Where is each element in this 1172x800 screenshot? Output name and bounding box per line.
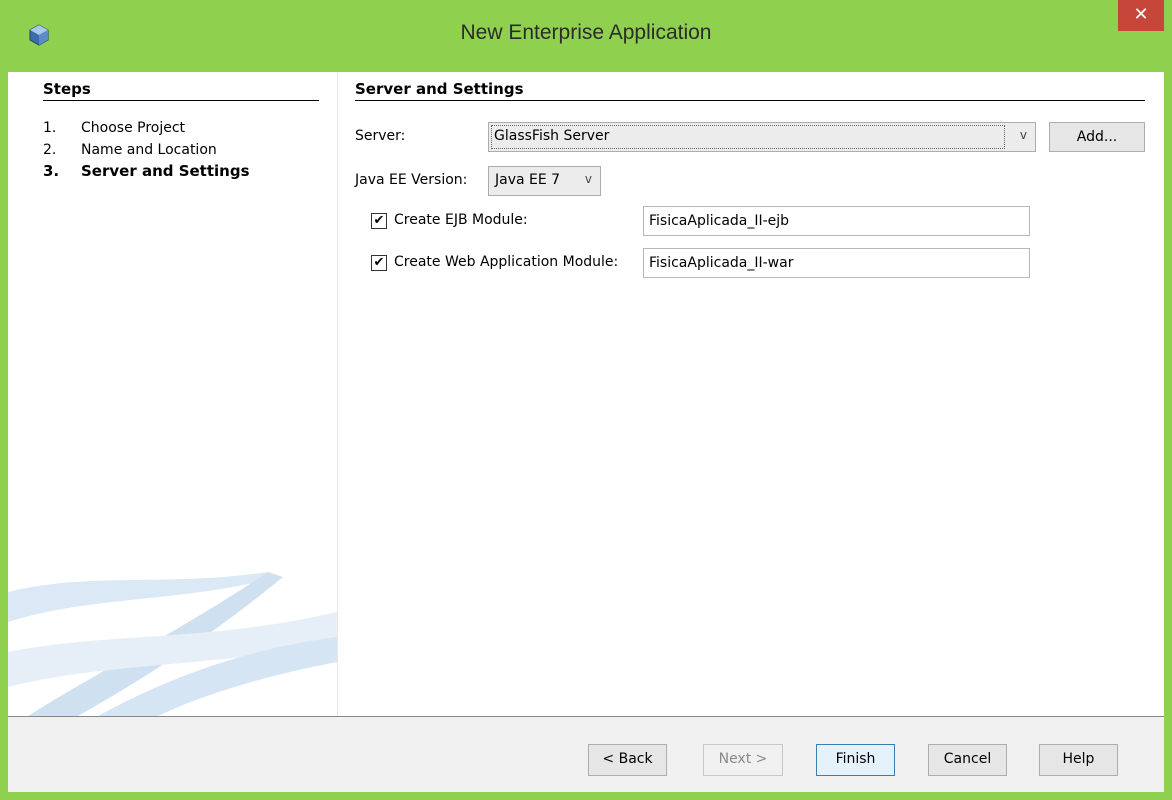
add-server-button[interactable]: Add... xyxy=(1049,122,1145,152)
dialog-window: New Enterprise Application ✕ Steps 1. Cho… xyxy=(0,0,1172,800)
ejb-module-checkbox[interactable]: ✔ xyxy=(371,213,387,229)
javaee-version-value: Java EE 7 xyxy=(495,172,561,188)
section-heading: Server and Settings xyxy=(355,80,524,98)
server-combobox[interactable]: GlassFish Server v xyxy=(488,122,1036,152)
ejb-module-name-input[interactable]: FisicaAplicada_II-ejb xyxy=(643,206,1030,236)
step-item-1: 1. Choose Project xyxy=(43,120,185,136)
steps-divider xyxy=(43,100,319,101)
server-value: GlassFish Server xyxy=(491,125,1005,149)
ejb-module-label[interactable]: Create EJB Module: xyxy=(394,212,528,228)
javaee-version-label: Java EE Version: xyxy=(355,172,468,188)
finish-button[interactable]: Finish xyxy=(816,744,895,776)
chevron-down-icon: v xyxy=(1019,128,1027,142)
step-label: Name and Location xyxy=(81,142,217,158)
window-title: New Enterprise Application xyxy=(460,21,712,44)
step-item-2: 2. Name and Location xyxy=(43,142,217,158)
chevron-down-icon: v xyxy=(584,172,592,186)
server-label: Server: xyxy=(355,128,406,144)
next-button[interactable]: Next > xyxy=(703,744,783,776)
dialog-client: Steps 1. Choose Project 2. Name and Locati… xyxy=(8,72,1164,792)
help-button[interactable]: Help xyxy=(1039,744,1118,776)
cancel-button[interactable]: Cancel xyxy=(928,744,1007,776)
web-module-name-input[interactable]: FisicaAplicada_II-war xyxy=(643,248,1030,278)
step-number: 1. xyxy=(43,120,57,136)
button-bar: < Back Next > Finish Cancel Help xyxy=(8,717,1164,792)
step-label: Server and Settings xyxy=(81,162,250,180)
step-label: Choose Project xyxy=(81,120,186,136)
decorative-swoosh-graphic xyxy=(8,572,337,716)
step-number: 3. xyxy=(43,162,60,180)
javaee-version-combobox[interactable]: Java EE 7 v xyxy=(488,166,601,196)
steps-heading: Steps xyxy=(43,80,91,98)
back-button[interactable]: < Back xyxy=(588,744,667,776)
section-divider xyxy=(355,100,1145,101)
step-item-3-current: 3. Server and Settings xyxy=(43,162,250,180)
steps-panel: Steps 1. Choose Project 2. Name and Locati… xyxy=(8,72,337,716)
web-module-label[interactable]: Create Web Application Module: xyxy=(394,254,618,270)
close-button[interactable]: ✕ xyxy=(1118,0,1164,31)
settings-panel: Server and Settings Server: GlassFish Se… xyxy=(338,72,1164,716)
step-number: 2. xyxy=(43,142,57,158)
web-module-checkbox[interactable]: ✔ xyxy=(371,255,387,271)
title-bar[interactable]: New Enterprise Application ✕ xyxy=(0,0,1172,72)
